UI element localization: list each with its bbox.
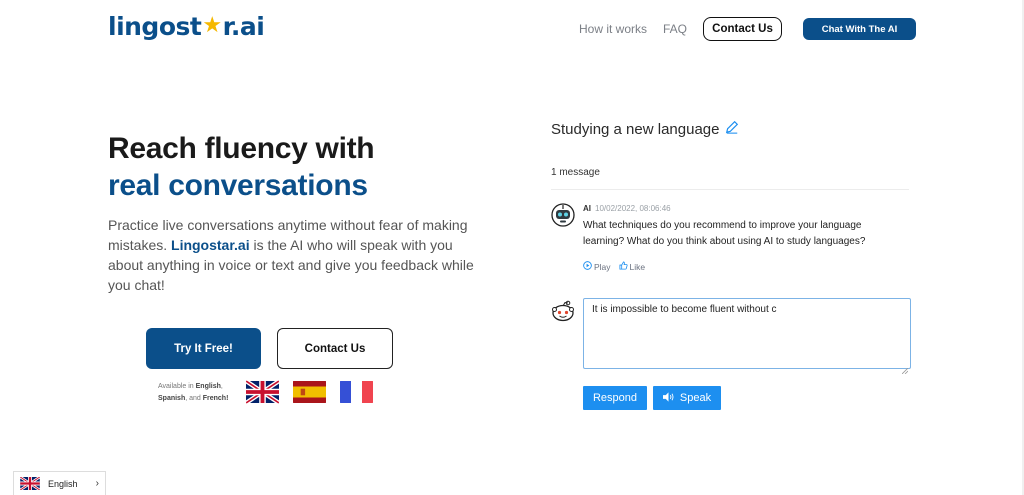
star-icon: ★ xyxy=(202,13,222,38)
resize-handle-icon[interactable] xyxy=(901,361,909,375)
message-count: 1 message xyxy=(551,167,600,178)
spain-flag-icon xyxy=(293,380,326,404)
speaker-icon xyxy=(662,391,674,405)
available-prefix: Available in xyxy=(158,383,196,390)
available-comma: , xyxy=(220,383,223,390)
edit-pencil-icon[interactable] xyxy=(725,120,739,138)
uk-flag-mini-icon xyxy=(20,477,40,490)
available-spanish: Spanish xyxy=(158,395,186,402)
available-languages-text: Available in English, Spanish, and French… xyxy=(158,381,238,405)
like-label: Like xyxy=(629,261,646,272)
speak-button[interactable]: Speak xyxy=(653,386,721,410)
hero-title-line2: real conversations xyxy=(108,169,368,202)
message-timestamp: 10/02/2022, 08:06:46 xyxy=(595,204,671,213)
message-actions: Play Like xyxy=(583,261,645,272)
message-text: What techniques do you recommend to impr… xyxy=(583,220,866,247)
hero-description: Practice live conversations anytime with… xyxy=(108,215,488,295)
user-avatar-icon xyxy=(551,299,575,323)
nav-faq[interactable]: FAQ xyxy=(663,22,687,36)
chat-with-ai-button[interactable]: Chat With The AI xyxy=(803,18,916,40)
logo-text-suffix: r.ai xyxy=(222,12,265,41)
conversation-title: Studying a new language xyxy=(551,120,739,138)
respond-button[interactable]: Respond xyxy=(583,386,647,410)
play-icon xyxy=(583,261,592,272)
hero-contact-button[interactable]: Contact Us xyxy=(277,328,393,369)
hero-title-line1: Reach fluency with xyxy=(108,132,375,165)
chevron-right-icon: › xyxy=(95,478,99,489)
hero-desc-brand: Lingostar.ai xyxy=(171,237,250,253)
language-switcher[interactable]: English › xyxy=(13,471,106,495)
like-button[interactable]: Like xyxy=(619,261,646,272)
try-it-free-button[interactable]: Try It Free! xyxy=(146,328,261,369)
available-french: French! xyxy=(202,395,229,402)
play-button[interactable]: Play xyxy=(583,261,611,272)
hero-title: Reach fluency with real conversations xyxy=(108,130,375,204)
reply-input[interactable] xyxy=(583,298,911,369)
play-label: Play xyxy=(594,261,611,272)
speak-label: Speak xyxy=(679,392,712,404)
france-flag-icon xyxy=(340,380,373,404)
language-switcher-label: English xyxy=(48,478,78,489)
header-contact-button[interactable]: Contact Us xyxy=(703,17,782,41)
robot-avatar-icon xyxy=(551,203,575,227)
available-and: , and xyxy=(185,395,203,402)
uk-flag-icon xyxy=(246,380,279,404)
message-header: AI 10/02/2022, 08:06:46 xyxy=(583,204,671,213)
logo[interactable]: lingost ★ r.ai xyxy=(108,12,265,41)
message-author: AI xyxy=(583,204,591,213)
logo-text-prefix: lingost xyxy=(108,12,202,41)
conversation-title-text: Studying a new language xyxy=(551,120,720,138)
available-english: English xyxy=(195,383,221,390)
nav-how-it-works[interactable]: How it works xyxy=(579,22,647,36)
divider xyxy=(551,189,909,190)
thumbs-up-icon xyxy=(619,261,628,272)
